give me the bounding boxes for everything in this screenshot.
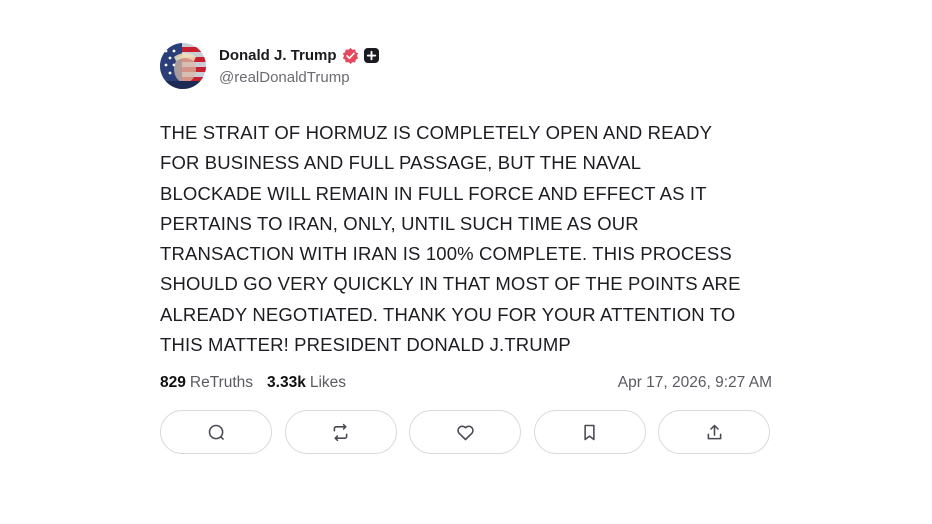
author-info: Donald J. Trump @realDonaldTrump: [219, 47, 379, 86]
name-row: Donald J. Trump: [219, 47, 379, 64]
share-button[interactable]: [658, 410, 770, 455]
retruths-label[interactable]: ReTruths: [190, 374, 253, 392]
retruths-count[interactable]: 829: [160, 374, 186, 392]
action-bar: [160, 410, 770, 455]
post-stats: 829 ReTruths 3.33k Likes Apr 17, 2026, 9…: [160, 374, 772, 392]
handle[interactable]: @realDonaldTrump: [219, 69, 379, 86]
reply-button[interactable]: [160, 410, 272, 455]
heart-icon: [456, 425, 474, 441]
share-icon: [707, 424, 721, 440]
repost-icon: [333, 423, 348, 442]
post-card: Donald J. Trump @realDonaldTrump THE STR…: [160, 42, 772, 455]
post-timestamp: Apr 17, 2026, 9:27 AM: [617, 374, 772, 392]
post-header: Donald J. Trump @realDonaldTrump: [160, 42, 772, 90]
like-button[interactable]: [409, 410, 521, 455]
likes-count[interactable]: 3.33k: [267, 374, 306, 392]
avatar[interactable]: [160, 43, 206, 89]
likes-label[interactable]: Likes: [310, 374, 346, 392]
flag-portrait-avatar: [160, 43, 206, 89]
retruth-button[interactable]: [284, 410, 397, 455]
plus-badge-icon: [363, 47, 379, 63]
display-name[interactable]: Donald J. Trump: [219, 47, 337, 64]
verified-badge-icon: [342, 47, 359, 64]
post-text: THE STRAIT OF HORMUZ IS COMPLETELY OPEN …: [160, 122, 741, 356]
bookmark-button[interactable]: [533, 410, 646, 455]
bookmark-icon: [584, 424, 595, 441]
reply-icon: [208, 424, 224, 440]
